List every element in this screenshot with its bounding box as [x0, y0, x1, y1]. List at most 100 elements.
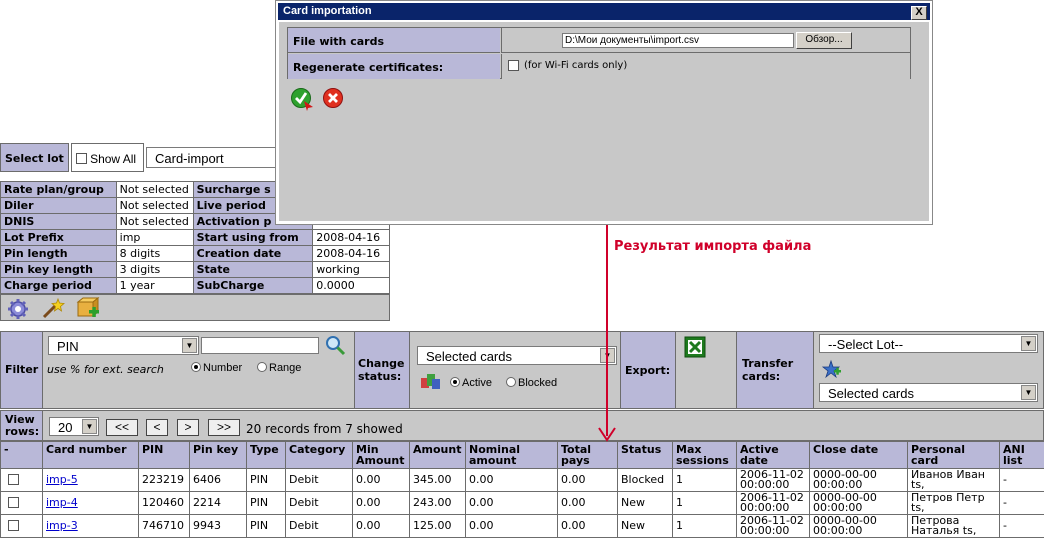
rows-per-page-select[interactable]: 20 ▼: [49, 417, 99, 436]
show-all-label: Show All: [90, 152, 137, 166]
column-header[interactable]: Max sessions: [672, 441, 737, 469]
cell-max: 1: [672, 514, 737, 538]
close-icon[interactable]: X: [911, 6, 927, 20]
change-status-controls: Selected cards ▼ Active Blocked: [410, 332, 621, 408]
export-controls: [676, 332, 737, 408]
mode-number-option[interactable]: Number: [191, 362, 242, 374]
lot-info-row: Pin key length 3 digits State working: [0, 261, 390, 278]
lot-info-key: Lot Prefix: [0, 229, 117, 246]
file-path-input[interactable]: D:\Мои документы\import.csv: [562, 33, 794, 48]
lot-info-key: SubCharge: [192, 277, 314, 294]
lot-info-value: imp: [115, 229, 194, 246]
filter-field-select[interactable]: PIN ▼: [48, 336, 199, 355]
cell-amount: 243.00: [409, 491, 466, 515]
column-header[interactable]: Status: [617, 441, 673, 469]
lot-info-value: 0.0000: [312, 277, 390, 294]
status-blocked-radio[interactable]: [506, 377, 516, 387]
cell-pinkey: 2214: [189, 491, 247, 515]
show-all-toggle[interactable]: Show All: [71, 143, 144, 172]
lot-info-key: Start using from: [192, 229, 314, 246]
column-header[interactable]: Amount: [409, 441, 466, 469]
dialog-title-bar[interactable]: Card importation X: [278, 3, 930, 20]
prev-page-button[interactable]: <: [146, 419, 168, 436]
file-label: File with cards: [288, 28, 500, 53]
last-page-button[interactable]: >>: [208, 419, 240, 436]
column-header[interactable]: ANI list: [999, 441, 1044, 469]
dialog-body: File with cards D:\Мои документы\import.…: [279, 22, 929, 221]
browse-button[interactable]: Обзор...: [796, 32, 852, 49]
cards-table: - Card number PIN Pin key Type Category Min Am…: [0, 441, 1044, 538]
transfer-scope-select[interactable]: Selected cards ▼: [819, 383, 1038, 402]
dialog-title: Card importation: [283, 5, 372, 17]
lot-info-key: Pin key length: [0, 261, 117, 278]
status-active-option[interactable]: Active: [450, 377, 492, 389]
table-row: imp-5 223219 6406 PIN Debit 0.00 345.00 0.00 0.0…: [0, 468, 1044, 492]
column-header[interactable]: Total pays: [557, 441, 618, 469]
transfer-icon[interactable]: [820, 359, 842, 379]
first-page-button[interactable]: <<: [106, 419, 138, 436]
mode-range-option[interactable]: Range: [257, 362, 301, 374]
row-checkbox[interactable]: [8, 474, 19, 485]
mode-range-radio[interactable]: [257, 362, 267, 372]
show-all-checkbox[interactable]: [76, 153, 87, 164]
import-form: File with cards D:\Мои документы\import.…: [287, 27, 911, 79]
column-header[interactable]: Card number: [42, 441, 139, 469]
file-row: D:\Мои документы\import.csv Обзор...: [501, 28, 910, 53]
cell-min: 0.00: [352, 468, 410, 492]
lot-info-row: Pin length 8 digits Creation date 2008-04-1…: [0, 245, 390, 262]
next-page-button[interactable]: >: [177, 419, 199, 436]
annotation-label: Результат импорта файла: [614, 239, 812, 254]
cell-type: PIN: [246, 491, 286, 515]
cancel-import-icon[interactable]: [322, 87, 344, 109]
cell-total: 0.00: [557, 491, 618, 515]
search-input[interactable]: [201, 337, 319, 354]
row-checkbox[interactable]: [8, 497, 19, 508]
cell-active: 2006-11-02 00:00:00: [736, 468, 810, 492]
column-header[interactable]: -: [0, 441, 43, 469]
regen-note: (for Wi-Fi cards only): [524, 60, 628, 71]
search-icon[interactable]: [324, 334, 348, 356]
card-number-link[interactable]: imp-5: [46, 473, 78, 486]
cell-card: imp-3: [42, 514, 139, 538]
column-header[interactable]: Active date: [736, 441, 810, 469]
cell-ani: -: [999, 468, 1044, 492]
column-header[interactable]: Category: [285, 441, 353, 469]
lot-info-key: Creation date: [192, 245, 314, 262]
settings-gear-icon[interactable]: [7, 298, 29, 320]
transfer-label-cell: Transfer cards:: [737, 332, 814, 408]
column-header[interactable]: Close date: [809, 441, 908, 469]
excel-export-icon[interactable]: [684, 336, 706, 358]
filter-label-cell: Filter: [1, 332, 43, 408]
column-header[interactable]: Type: [246, 441, 286, 469]
confirm-import-icon[interactable]: [290, 87, 314, 111]
mode-number-label: Number: [203, 362, 243, 374]
card-number-link[interactable]: imp-4: [46, 496, 78, 509]
lot-info-key: DNIS: [0, 213, 117, 230]
status-active-label: Active: [462, 377, 492, 389]
add-package-icon[interactable]: [75, 297, 101, 321]
lot-select[interactable]: Card-import: [146, 147, 296, 168]
column-header[interactable]: Pin key: [189, 441, 247, 469]
magic-wand-icon[interactable]: [41, 298, 65, 320]
status-select-value: Selected cards: [426, 349, 512, 364]
mode-range-label: Range: [269, 362, 302, 374]
column-header[interactable]: Min Amount: [352, 441, 410, 469]
cell-type: PIN: [246, 514, 286, 538]
column-header[interactable]: Personal card: [907, 441, 1000, 469]
lot-info-key: Rate plan/group: [0, 181, 117, 198]
lot-transfer-select[interactable]: --Select Lot-- ▼: [819, 334, 1038, 353]
status-blocked-option[interactable]: Blocked: [506, 377, 557, 389]
column-header[interactable]: PIN: [138, 441, 190, 469]
regen-row: (for Wi-Fi cards only): [501, 54, 910, 79]
regen-checkbox[interactable]: [508, 60, 519, 71]
card-number-link[interactable]: imp-3: [46, 519, 78, 532]
column-header[interactable]: Nominal amount: [465, 441, 558, 469]
apply-status-icon[interactable]: [419, 370, 443, 392]
row-checkbox[interactable]: [8, 520, 19, 531]
table-header-row: - Card number PIN Pin key Type Category Min Am…: [0, 441, 1044, 469]
status-select[interactable]: Selected cards ▼: [417, 346, 617, 365]
status-active-radio[interactable]: [450, 377, 460, 387]
mode-number-radio[interactable]: [191, 362, 201, 372]
cell-nominal: 0.00: [465, 491, 558, 515]
cell-card: imp-4: [42, 491, 139, 515]
